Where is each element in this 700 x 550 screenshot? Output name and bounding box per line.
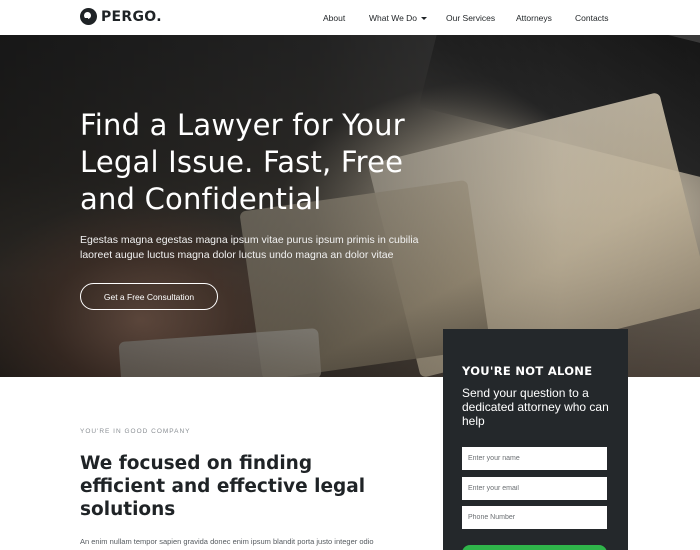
submit-button[interactable] — [462, 545, 607, 550]
section-title: We focused on finding efficient and effe… — [80, 453, 366, 520]
email-input[interactable] — [462, 477, 607, 500]
brand-logo[interactable]: PERGO. — [80, 8, 162, 25]
nav-item-attorneys[interactable]: Attorneys — [516, 13, 552, 23]
name-input[interactable] — [462, 447, 607, 470]
free-consultation-button[interactable]: Get a Free Consultation — [80, 283, 218, 310]
nav-item-contacts[interactable]: Contacts — [575, 13, 609, 23]
nav-item-what-we-do[interactable]: What We Do — [369, 13, 428, 23]
brand-name: PERGO. — [101, 8, 162, 25]
section-eyebrow: YOU'RE IN GOOD COMPANY — [80, 428, 191, 435]
phone-input[interactable] — [462, 506, 607, 529]
nav-item-our-services[interactable]: Our Services — [446, 13, 495, 23]
logo-icon — [80, 8, 97, 25]
top-navbar: PERGO. About What We Do Our Services Att… — [0, 0, 700, 35]
panel-subtitle: Send your question to a dedicated attorn… — [462, 386, 609, 428]
nav-item-about[interactable]: About — [323, 13, 345, 23]
panel-title: YOU'RE NOT ALONE — [462, 364, 593, 378]
hero-title: Find a Lawyer for Your Legal Issue. Fast… — [80, 108, 405, 216]
hero-section: Find a Lawyer for Your Legal Issue. Fast… — [0, 35, 700, 377]
contact-form-panel: YOU'RE NOT ALONE Send your question to a… — [443, 329, 628, 550]
chevron-down-icon — [421, 17, 428, 21]
hero-subtitle: Egestas magna egestas magna ipsum vitae … — [80, 234, 419, 261]
nav-item-label: What We Do — [369, 13, 418, 23]
section-text: An enim nullam tempor sapien gravida don… — [80, 537, 374, 546]
